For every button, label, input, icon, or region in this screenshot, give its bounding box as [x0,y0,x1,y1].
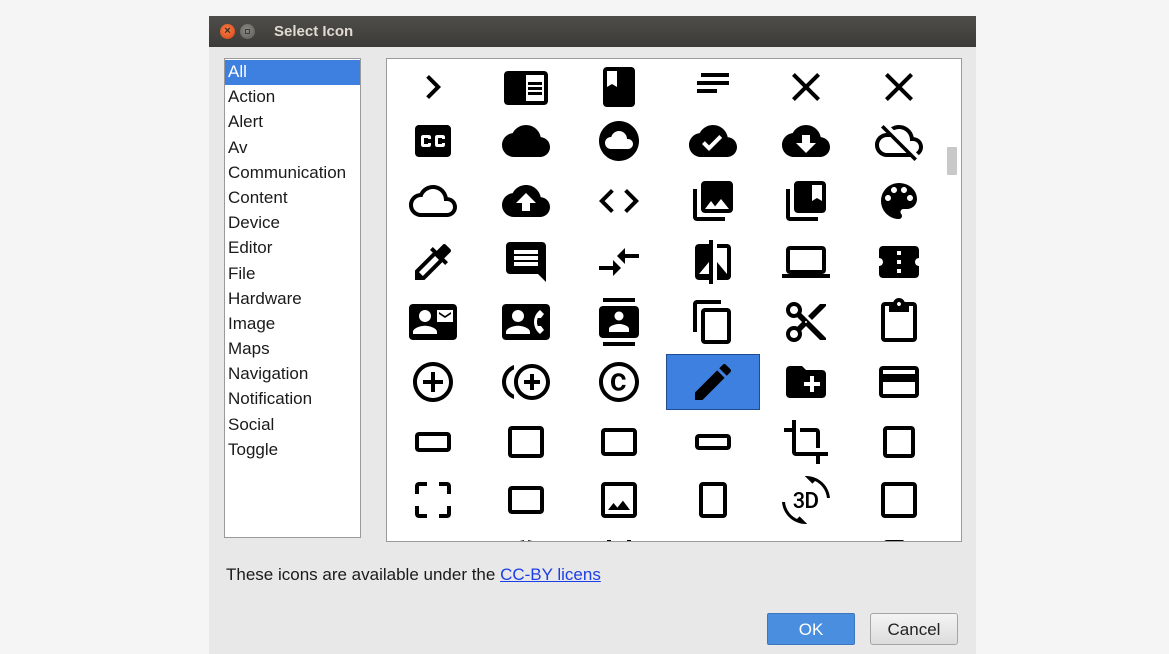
category-item-all[interactable]: All [225,60,360,86]
category-list[interactable]: All Action Alert Av Communication Conten… [224,58,361,538]
crop-free-icon[interactable] [387,473,479,527]
class-bookmark-icon[interactable] [573,60,665,114]
close-window-button[interactable]: × [220,24,235,39]
data-usage-icon[interactable] [480,533,572,541]
cloud-icon[interactable] [480,114,572,168]
license-link[interactable]: CC-BY licens [500,565,601,584]
computer-icon[interactable] [760,235,852,289]
contact-phone-icon[interactable] [480,295,572,349]
control-point-duplicate-icon[interactable] [480,355,572,409]
crop-5-4-icon[interactable] [573,415,665,469]
license-notice: These icons are available under the CC-B… [226,565,601,585]
crop-din-icon[interactable] [853,473,945,527]
category-item-av[interactable]: Av [225,136,360,161]
category-item-action[interactable]: Action [225,85,360,110]
short-text-icon[interactable] [667,60,759,114]
dialog-title: Select Icon [274,23,354,40]
colorize-icon[interactable] [387,235,479,289]
crop-portrait-icon[interactable] [667,473,759,527]
cloud-done-icon[interactable] [667,114,759,168]
dehaze-icon[interactable] [667,533,759,541]
crop-square-icon[interactable] [853,415,945,469]
category-item-social[interactable]: Social [225,413,360,438]
cloud-circle-icon[interactable] [573,114,665,168]
category-item-communication[interactable]: Communication [225,161,360,186]
crop-landscape-icon[interactable] [480,473,572,527]
copyright-icon[interactable] [573,355,665,409]
description-icon[interactable] [853,533,945,541]
cloud-download-icon[interactable] [760,114,852,168]
crop-16-9-icon[interactable] [387,415,479,469]
content-cut-icon[interactable] [760,295,852,349]
category-item-file[interactable]: File [225,262,360,287]
confirmation-number-icon[interactable] [853,235,945,289]
crop-original-icon[interactable] [573,473,665,527]
cancel-button[interactable]: Cancel [870,613,958,645]
category-item-content[interactable]: Content [225,186,360,211]
crop-rotate-icon[interactable] [760,473,852,527]
contact-mail-icon[interactable] [387,295,479,349]
category-item-alert[interactable]: Alert [225,110,360,135]
code-icon[interactable] [573,174,665,228]
comment-icon[interactable] [480,235,572,289]
credit-card-icon[interactable] [853,355,945,409]
content-paste-icon[interactable] [853,295,945,349]
clear-icon[interactable] [853,60,945,114]
close-icon[interactable] [760,60,852,114]
ok-button[interactable]: OK [767,613,855,645]
create-new-folder-icon[interactable] [760,355,852,409]
content-copy-icon[interactable] [667,295,759,349]
compare-icon[interactable] [667,235,759,289]
scrollbar-thumb[interactable] [947,147,957,175]
delete-icon[interactable] [760,533,852,541]
contacts-icon[interactable] [573,295,665,349]
icon-grid-panel[interactable] [386,58,962,542]
category-item-navigation[interactable]: Navigation [225,362,360,387]
collections-bookmark-icon[interactable] [760,174,852,228]
color-lens-icon[interactable] [853,174,945,228]
control-point-icon[interactable] [387,355,479,409]
select-icon-dialog: × Select Icon All Action Alert Av Commun… [209,16,976,654]
crop-3-2-icon[interactable] [480,415,572,469]
collections-icon[interactable] [667,174,759,228]
category-item-toggle[interactable]: Toggle [225,438,360,463]
create-pencil-icon[interactable] [666,354,760,410]
category-item-image[interactable]: Image [225,312,360,337]
vertical-scrollbar[interactable] [943,59,961,541]
category-item-device[interactable]: Device [225,211,360,236]
cloud-upload-icon[interactable] [480,174,572,228]
dashboard-icon[interactable] [387,533,479,541]
closed-caption-icon[interactable] [387,114,479,168]
minimize-window-button[interactable] [240,24,255,39]
compare-arrows-icon[interactable] [573,235,665,289]
crop-icon[interactable] [760,415,852,469]
chrome-reader-mode-icon[interactable] [480,60,572,114]
cloud-off-icon[interactable] [853,114,945,168]
chevron-right-icon[interactable] [387,60,479,114]
title-bar[interactable]: × Select Icon [209,16,976,47]
cloud-queue-icon[interactable] [387,174,479,228]
icon-grid[interactable] [387,59,942,541]
category-item-editor[interactable]: Editor [225,236,360,261]
category-item-maps[interactable]: Maps [225,337,360,362]
date-range-icon[interactable] [573,533,665,541]
category-item-notification[interactable]: Notification [225,387,360,412]
license-text: These icons are available under the [226,565,501,584]
category-item-hardware[interactable]: Hardware [225,287,360,312]
crop-7-5-icon[interactable] [667,415,759,469]
